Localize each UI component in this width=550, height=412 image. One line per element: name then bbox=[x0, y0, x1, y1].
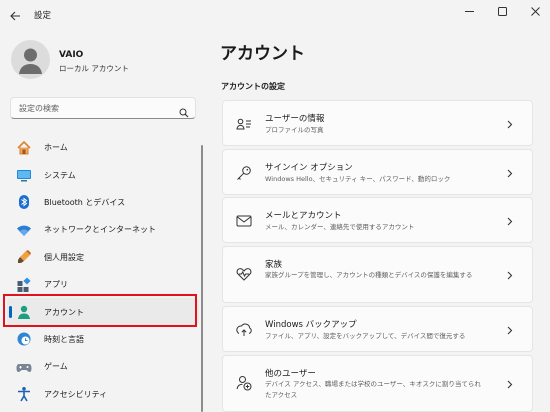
sidebar-item-label: システム bbox=[44, 170, 76, 180]
gamepad-icon bbox=[16, 359, 32, 375]
mail-icon bbox=[235, 212, 253, 230]
sidebar-item-bluetooth[interactable]: Bluetooth とデバイス bbox=[7, 189, 199, 216]
search-box[interactable] bbox=[10, 97, 196, 119]
add-user-icon bbox=[235, 374, 253, 392]
family-heart-icon bbox=[235, 265, 253, 283]
card-title: 家族 bbox=[265, 260, 283, 270]
card-title: メールとアカウント bbox=[265, 211, 342, 221]
home-icon bbox=[16, 140, 32, 156]
search-icon[interactable] bbox=[179, 103, 189, 122]
bluetooth-icon bbox=[16, 194, 32, 210]
apps-icon bbox=[16, 277, 32, 293]
page-title: アカウント bbox=[220, 44, 305, 64]
settings-card-your-info[interactable]: ユーザーの情報 プロファイルの写真 bbox=[222, 100, 533, 146]
sidebar-item-label: 時刻と言語 bbox=[44, 334, 84, 344]
user-info-icon bbox=[235, 115, 253, 133]
sidebar-item-label: アクセシビリティ bbox=[44, 389, 108, 399]
settings-card-windows-backup[interactable]: Windows バックアップ ファイル、アプリ、設定をバックアップして、デバイス… bbox=[222, 306, 533, 352]
account-type: ローカル アカウント bbox=[59, 64, 129, 73]
settings-card-email-accounts[interactable]: メールとアカウント メール、カレンダー、連絡先で使用するアカウント bbox=[222, 197, 533, 243]
chevron-right-icon bbox=[506, 270, 514, 280]
card-title: ユーザーの情報 bbox=[265, 114, 325, 124]
sidebar-item-system[interactable]: システム bbox=[7, 161, 199, 188]
title-bar: 設定 bbox=[0, 0, 550, 32]
card-title: 他のユーザー bbox=[265, 369, 316, 379]
card-description: デバイス アクセス、職場または学校のユーザー、キオスクに割り当てられたアクセス bbox=[265, 380, 481, 399]
sidebar-item-label: アプリ bbox=[44, 280, 68, 290]
sidebar-item-label: ネットワークとインターネット bbox=[44, 225, 156, 235]
accessibility-icon bbox=[16, 386, 32, 402]
back-button[interactable] bbox=[5, 7, 25, 25]
backup-icon bbox=[235, 321, 253, 339]
system-icon bbox=[16, 167, 32, 183]
clock-globe-icon bbox=[16, 331, 32, 347]
sidebar-nav: ホーム システム Bluetooth とデバイス ネットワークとインターネット … bbox=[7, 134, 199, 408]
card-title: Windows バックアップ bbox=[265, 320, 357, 330]
user-silhouette-icon bbox=[19, 48, 42, 74]
sidebar-scrollbar[interactable] bbox=[201, 145, 203, 412]
sidebar-item-label: ホーム bbox=[44, 143, 68, 153]
avatar bbox=[11, 40, 50, 79]
chevron-right-icon bbox=[506, 168, 514, 178]
sidebar-item-time-language[interactable]: 時刻と言語 bbox=[7, 326, 199, 353]
settings-card-family[interactable]: 家族 家族グループを管理し、アカウントの種類とデバイスの保護を編集する bbox=[222, 246, 533, 303]
chevron-right-icon bbox=[506, 216, 514, 226]
card-description: Windows Hello、セキュリティ キー、パスワード、動的ロック bbox=[265, 175, 451, 183]
card-description: 家族グループを管理し、アカウントの種類とデバイスの保護を編集する bbox=[265, 271, 473, 279]
app-title: 設定 bbox=[34, 11, 52, 21]
card-description: プロファイルの写真 bbox=[265, 126, 324, 134]
close-button[interactable] bbox=[522, 3, 548, 19]
highlight-annotation bbox=[3, 294, 197, 327]
settings-card-other-users[interactable]: 他のユーザー デバイス アクセス、職場または学校のユーザー、キオスクに割り当てら… bbox=[222, 355, 533, 412]
sidebar-item-gaming[interactable]: ゲーム bbox=[7, 353, 199, 380]
user-name: VAIO bbox=[59, 50, 84, 60]
sidebar-item-label: ゲーム bbox=[44, 362, 68, 372]
sidebar-item-label: Bluetooth とデバイス bbox=[44, 197, 126, 207]
chevron-right-icon bbox=[506, 379, 514, 389]
maximize-button[interactable] bbox=[489, 3, 515, 19]
chevron-right-icon bbox=[506, 119, 514, 129]
sidebar-item-label: 個人用設定 bbox=[44, 252, 84, 262]
minimize-icon bbox=[464, 10, 474, 12]
paintbrush-icon bbox=[16, 249, 32, 265]
card-description: メール、カレンダー、連絡先で使用するアカウント bbox=[265, 223, 415, 231]
sidebar-item-home[interactable]: ホーム bbox=[7, 134, 199, 161]
chevron-right-icon bbox=[506, 325, 514, 335]
card-title: サインイン オプション bbox=[265, 163, 353, 173]
sidebar-item-personalization[interactable]: 個人用設定 bbox=[7, 244, 199, 271]
sidebar-item-accessibility[interactable]: アクセシビリティ bbox=[7, 381, 199, 408]
minimize-button[interactable] bbox=[456, 3, 482, 19]
wifi-icon bbox=[16, 222, 32, 238]
card-description: ファイル、アプリ、設定をバックアップして、デバイス間で復元する bbox=[265, 332, 466, 340]
user-profile[interactable]: VAIO ローカル アカウント bbox=[11, 40, 191, 82]
back-arrow-icon bbox=[9, 11, 20, 21]
search-input[interactable] bbox=[19, 102, 179, 115]
maximize-icon bbox=[497, 6, 507, 16]
settings-card-sign-in-options[interactable]: サインイン オプション Windows Hello、セキュリティ キー、パスワー… bbox=[222, 149, 533, 195]
section-title: アカウントの設定 bbox=[221, 82, 285, 91]
key-icon bbox=[235, 164, 253, 182]
sidebar-item-network[interactable]: ネットワークとインターネット bbox=[7, 216, 199, 243]
close-icon bbox=[530, 6, 540, 16]
